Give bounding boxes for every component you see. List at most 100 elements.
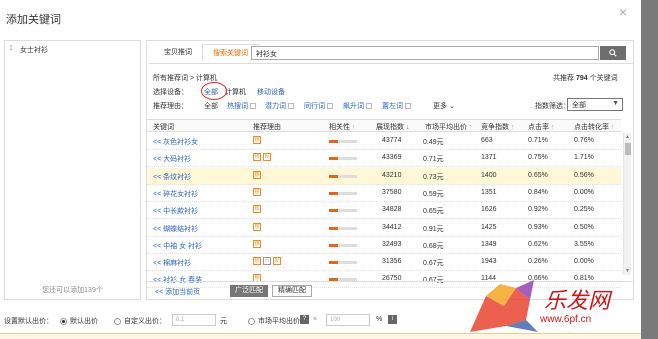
- close-icon[interactable]: ×: [619, 4, 627, 20]
- radio-icon: [60, 317, 67, 325]
- keyword-link[interactable]: << 棉麻衬衫: [153, 258, 191, 268]
- device-option-mobile[interactable]: 移动设备: [257, 87, 285, 97]
- checkbox-icon[interactable]: [366, 103, 372, 110]
- reason-option-rising[interactable]: 飙升词: [343, 101, 372, 111]
- impression-index: 43774: [382, 137, 402, 144]
- click-rate: 0.65%: [528, 171, 548, 179]
- percent-sign: %: [376, 316, 383, 323]
- table-row[interactable]: << 中长款衬衫 热 34828 0.65元 1626 0.92% 0.25%: [147, 202, 621, 220]
- competition-index: 1349: [481, 240, 497, 248]
- table-row[interactable]: << 灰色衬衫女 热 43774 0.49元 663 0.71% 0.76%: [147, 133, 621, 150]
- breadcrumb-root[interactable]: 所有推荐词 >: [153, 75, 196, 82]
- checkbox-icon[interactable]: [327, 103, 333, 110]
- header-impressions[interactable]: 展现指数 ↓: [376, 122, 409, 132]
- checkbox-icon[interactable]: [288, 103, 294, 110]
- exact-match-button[interactable]: 精确匹配: [272, 285, 312, 297]
- sort-icon: ↑: [351, 124, 356, 131]
- keyword-search-input[interactable]: 衬衫女: [251, 46, 599, 60]
- index-filter-select[interactable]: 全部 ▼: [567, 98, 623, 111]
- header-cvr[interactable]: 点击转化率 ↑: [574, 122, 614, 132]
- dialog-title: 添加关键词: [6, 14, 61, 26]
- keyword-link[interactable]: << 中袖 女 衬衫: [153, 241, 202, 251]
- impression-index: 43369: [382, 154, 402, 162]
- total-prefix: 共推荐: [553, 75, 576, 82]
- keyword-link[interactable]: << 灰色衬衫女: [153, 137, 198, 147]
- reason-tag-icon: 热: [253, 222, 261, 231]
- highlight-circle: [201, 82, 227, 100]
- reason-tag-icon: 反: [263, 153, 271, 162]
- total-count: 共推荐 794 个关键词: [553, 73, 618, 83]
- reason-tag-icon: 反: [273, 257, 281, 266]
- scroll-down-icon[interactable]: ▼: [625, 268, 630, 274]
- header-relevance[interactable]: 相关性 ↑: [329, 122, 355, 132]
- search-button[interactable]: [600, 46, 626, 60]
- sort-icon: ↑: [510, 124, 515, 131]
- search-icon: [609, 49, 617, 57]
- keyword-link[interactable]: << 大码衬衫: [153, 154, 191, 164]
- device-label: 选择设备：: [153, 89, 188, 96]
- relevance-bar: [329, 174, 357, 178]
- tab-item-recommend[interactable]: 宝贝推词: [154, 44, 202, 62]
- table-row[interactable]: << 蝴蝶结衬衫 热 34412 0.91元 1425 0.93% 0.50%: [147, 220, 621, 237]
- keyword-search-panel: 宝贝推词 搜索关键词 衬衫女 所有推荐词 > 计算机 共推荐 794 个关键词 …: [146, 40, 634, 300]
- radio-custom-bid[interactable]: 自定义出价：: [114, 316, 166, 326]
- table-row[interactable]: << 大码衬衫 热反 43369 0.71元 1371 0.75% 1.71%: [147, 150, 621, 168]
- percent-input[interactable]: 100: [326, 314, 370, 326]
- table-scrollbar[interactable]: ▲ ▼: [623, 133, 631, 275]
- reason-tags: 热: [253, 205, 263, 214]
- chevron-down-icon: ⌄: [448, 103, 455, 110]
- checkbox-icon[interactable]: [405, 103, 411, 110]
- reason-option-peer[interactable]: 同行词: [304, 101, 333, 111]
- relevance-bar-fill: [329, 243, 338, 247]
- reason-option-all[interactable]: 全部: [204, 101, 218, 111]
- total-number: 794: [575, 75, 588, 82]
- reason-option-hot[interactable]: 热搜词: [227, 101, 256, 111]
- relevance-bar: [329, 209, 357, 213]
- help-icon[interactable]: ?: [300, 315, 309, 324]
- relevance-bar: [329, 261, 357, 265]
- broad-match-button[interactable]: 广泛匹配: [230, 285, 268, 297]
- relevance-bar: [329, 140, 357, 143]
- reason-option-left[interactable]: 置左词: [382, 101, 411, 111]
- selected-keyword-text[interactable]: 女士衬衫: [20, 45, 48, 55]
- keyword-link[interactable]: << 中长款衬衫: [153, 206, 198, 216]
- keyword-link[interactable]: << 碎花女衬衫: [153, 189, 198, 199]
- reason-option-potential[interactable]: 潜力词: [265, 101, 294, 111]
- reason-tag-icon: 热: [253, 257, 261, 266]
- radio-default-bid[interactable]: 默认出价: [60, 316, 98, 326]
- table-row[interactable]: << 条纹衬衫 热 43210 0.73元 1400 0.65% 0.56%: [147, 167, 621, 185]
- custom-bid-input[interactable]: 0.1: [172, 314, 216, 326]
- header-ctr[interactable]: 点击率 ↑: [528, 122, 554, 132]
- table-header: 关键词 推荐理由 相关性 ↑ 展现指数 ↓ 市场平均出价 ↑ 竞争指数 ↑ 点击…: [147, 119, 621, 132]
- competition-index: 1943: [481, 258, 497, 266]
- table-row[interactable]: << 碎花女衬衫 热 37580 0.59元 1351 0.84% 0.00%: [147, 185, 621, 202]
- checkbox-icon[interactable]: [250, 103, 256, 110]
- conversion-rate: 0.25%: [574, 206, 594, 214]
- relevance-bar: [329, 191, 357, 195]
- info-icon[interactable]: i: [388, 315, 397, 324]
- more-toggle[interactable]: 更多 ⌄: [433, 101, 455, 111]
- scroll-up-icon[interactable]: ▲: [625, 134, 630, 140]
- keyword-link[interactable]: << 蝴蝶结衬衫: [153, 224, 198, 234]
- reason-label: 推荐理由：: [153, 103, 188, 110]
- header-competition[interactable]: 竞争指数 ↑: [481, 122, 514, 132]
- radio-market-bid[interactable]: 市场平均出价: [248, 316, 300, 326]
- relevance-bar-fill: [329, 209, 338, 213]
- relevance-bar-fill: [329, 174, 338, 178]
- competition-index: 1371: [481, 154, 497, 162]
- line-number: 1: [9, 45, 13, 52]
- keyword-link[interactable]: << 条纹衬衫: [153, 172, 191, 182]
- device-option-computer[interactable]: 计算机: [225, 87, 246, 97]
- impression-index: 32493: [382, 240, 402, 248]
- header-avg-bid[interactable]: 市场平均出价 ↑: [425, 122, 472, 132]
- breadcrumb: 所有推荐词 > 计算机: [153, 73, 217, 83]
- filter-label: 指数筛选：: [535, 103, 570, 110]
- reason-potential-label: 潜力词: [265, 103, 286, 110]
- filter-value: 全部: [572, 102, 586, 109]
- table-row[interactable]: << 棉麻衬衫 热 □ 反 31356 0.67元 1943 0.26% 0.00%: [147, 254, 621, 272]
- add-current-page-link[interactable]: << 添加当前页: [155, 287, 200, 297]
- scroll-thumb[interactable]: [625, 143, 631, 155]
- table-row[interactable]: << 中袖 女 衬衫 热 32493 0.68元 1349 0.62% 3.55%: [147, 237, 621, 254]
- relevance-bar-fill: [329, 157, 338, 161]
- header-ctr-label: 点击率: [528, 124, 549, 131]
